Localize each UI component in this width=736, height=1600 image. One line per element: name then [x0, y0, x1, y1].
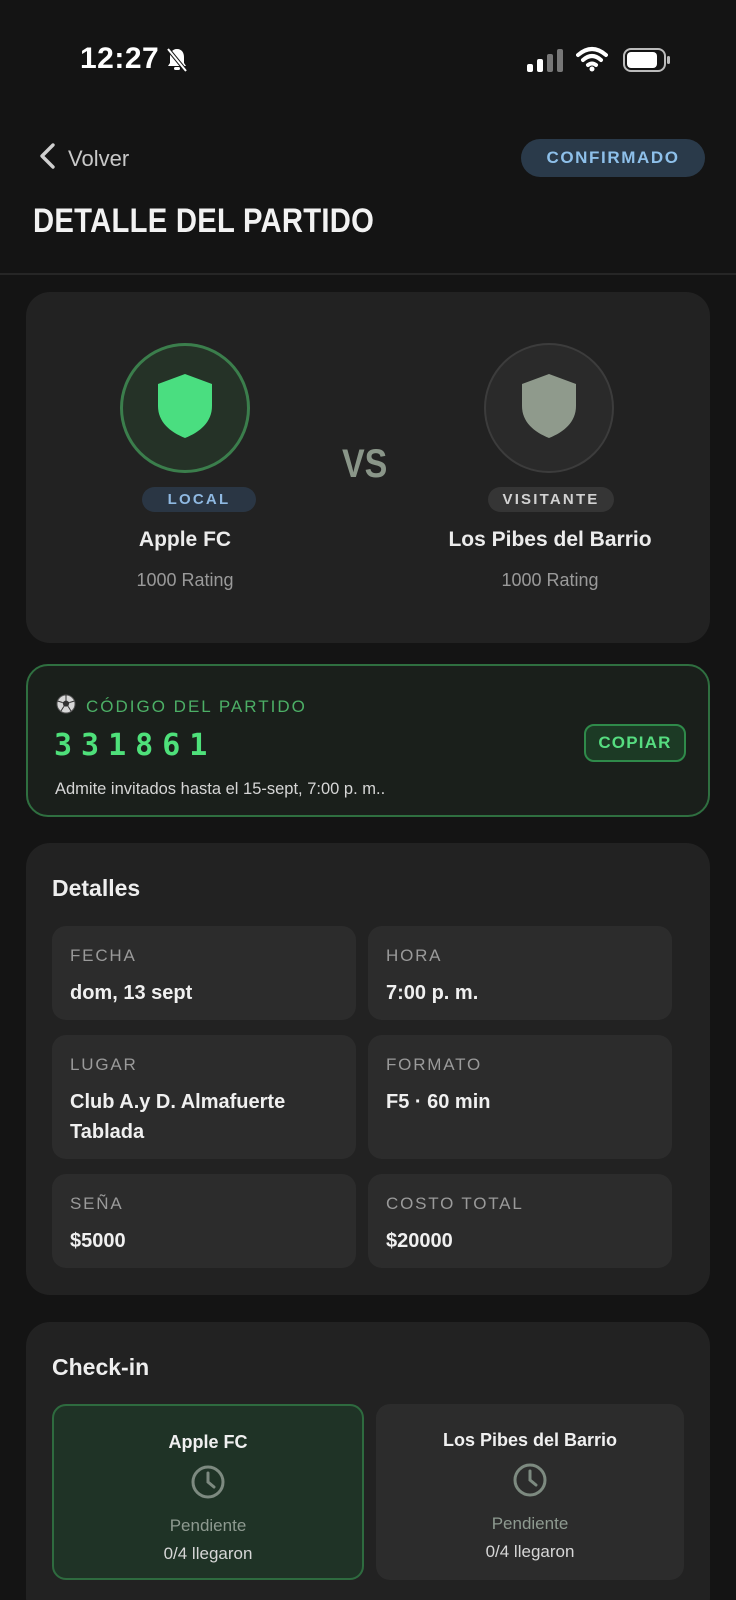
copy-button[interactable]: COPIAR	[584, 724, 686, 762]
field-label: FORMATO	[386, 1055, 483, 1074]
checkin-status: Pendiente	[169, 1516, 247, 1535]
field-label: SEÑA	[70, 1194, 124, 1213]
field-costo-total: COSTO TOTAL $20000	[368, 1174, 672, 1268]
guest-deadline-note: Admite invitados hasta el 15-sept, 7:00 …	[55, 780, 386, 798]
shield-icon	[520, 372, 578, 445]
checkin-team-name: Apple FC	[168, 1432, 248, 1452]
shield-icon	[156, 372, 214, 445]
checkin-card: Check-in Apple FC Pendiente 0/4 llegaron…	[26, 1322, 710, 1600]
field-fecha: FECHA dom, 13 sept	[52, 926, 356, 1020]
back-button[interactable]: Volver	[38, 142, 129, 175]
vs-label: VS	[342, 442, 388, 486]
match-code-label: CÓDIGO DEL PARTIDO	[56, 694, 307, 719]
header-divider	[0, 273, 736, 275]
signal-icon	[527, 48, 563, 72]
match-code-label-text: CÓDIGO DEL PARTIDO	[86, 696, 307, 716]
soccer-ball-icon	[56, 694, 76, 719]
field-value: Club A.y D. Almafuerte Tablada	[70, 1091, 286, 1143]
home-team-name: Apple FC	[138, 528, 232, 551]
details-card: Detalles FECHA dom, 13 sept HORA 7:00 p.…	[26, 843, 710, 1295]
field-value: F5 · 60 min	[386, 1091, 491, 1113]
checkin-title: Check-in	[52, 1354, 150, 1380]
field-value: dom, 13 sept	[70, 982, 193, 1004]
page-title: DETALLE DEL PARTIDO	[33, 202, 375, 240]
clock-icon	[190, 1464, 226, 1505]
back-label: Volver	[68, 145, 130, 171]
battery-icon	[623, 48, 671, 79]
wifi-icon	[576, 46, 608, 77]
match-card: VS LOCAL VISITANTE Apple FC Los Pibes de…	[26, 292, 710, 643]
match-code-value: 331861	[54, 728, 217, 763]
field-value: 7:00 p. m.	[386, 982, 479, 1004]
field-value: $20000	[386, 1230, 453, 1252]
status-time: 12:27	[80, 42, 160, 75]
away-team-name: Los Pibes del Barrio	[448, 528, 652, 551]
clock-icon	[512, 1462, 548, 1503]
field-label: LUGAR	[70, 1055, 138, 1074]
home-crest	[120, 343, 250, 473]
away-crest	[484, 343, 614, 473]
home-team-rating: 1000 Rating	[136, 570, 234, 590]
field-formato: FORMATO F5 · 60 min	[368, 1035, 672, 1159]
status-badge: CONFIRMADO	[521, 139, 705, 177]
field-value: $5000	[70, 1230, 126, 1252]
checkin-count: 0/4 llegaron	[485, 1542, 575, 1561]
field-hora: HORA 7:00 p. m.	[368, 926, 672, 1020]
field-label: FECHA	[70, 946, 137, 965]
bell-slash-icon	[166, 47, 188, 78]
chevron-left-icon	[38, 142, 56, 175]
checkin-team-away[interactable]: Los Pibes del Barrio Pendiente 0/4 llega…	[376, 1404, 684, 1580]
home-role-badge: LOCAL	[142, 487, 256, 512]
field-sena: SEÑA $5000	[52, 1174, 356, 1268]
checkin-team-name: Los Pibes del Barrio	[442, 1430, 618, 1450]
match-code-card: CÓDIGO DEL PARTIDO 331861 COPIAR Admite …	[26, 664, 710, 817]
away-team-rating: 1000 Rating	[501, 570, 599, 590]
field-label: HORA	[386, 946, 443, 965]
details-title: Detalles	[52, 875, 141, 901]
checkin-count: 0/4 llegaron	[163, 1544, 253, 1563]
checkin-status: Pendiente	[491, 1514, 569, 1533]
away-role-badge: VISITANTE	[488, 487, 614, 512]
checkin-team-home[interactable]: Apple FC Pendiente 0/4 llegaron	[52, 1404, 364, 1580]
field-label: COSTO TOTAL	[386, 1194, 524, 1213]
field-lugar: LUGAR Club A.y D. Almafuerte Tablada	[52, 1035, 356, 1159]
